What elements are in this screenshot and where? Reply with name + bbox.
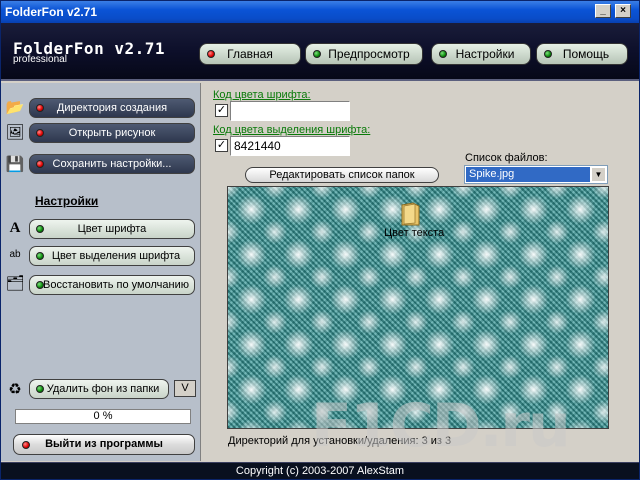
status-led-icon: [36, 104, 44, 112]
remove-background-label: Удалить фон из папки: [46, 383, 160, 395]
chevron-down-icon[interactable]: ▼: [591, 167, 606, 182]
main-window: FolderFon v2.71 _ × FolderFon v2.71 prof…: [0, 0, 640, 480]
restore-defaults-button[interactable]: Восстановить по умолчанию: [29, 275, 195, 295]
remove-background-button[interactable]: Удалить фон из папки: [29, 379, 169, 399]
tab-help[interactable]: Помощь: [536, 43, 628, 65]
status-led-icon: [36, 281, 44, 289]
status-led-icon: [439, 50, 447, 58]
highlight-color-code-input[interactable]: 8421440: [230, 136, 350, 156]
sidebar: 📂 Директория создания 🖼 Открыть рисунок …: [1, 83, 201, 461]
save-settings-button[interactable]: Сохранить настройки...: [29, 154, 195, 174]
creation-directory-label: Директория создания: [56, 102, 168, 114]
title-bar[interactable]: FolderFon v2.71 _ ×: [1, 1, 639, 23]
highlight-color-checkbox[interactable]: ✓: [215, 139, 228, 152]
font-color-code-link[interactable]: Код цвета шрифта:: [213, 89, 311, 101]
progress-bar: 0 %: [15, 409, 191, 424]
edit-folder-list-button[interactable]: Редактировать список папок: [245, 167, 439, 183]
status-led-icon: [36, 385, 44, 393]
open-image-button[interactable]: Открыть рисунок: [29, 123, 195, 143]
open-image-label: Открыть рисунок: [68, 127, 156, 139]
tab-preview[interactable]: Предпросмотр: [305, 43, 423, 65]
footer-copyright: Copyright (c) 2003-2007 AlexStam: [1, 462, 639, 479]
tab-settings-label: Настройки: [455, 47, 515, 61]
status-led-icon: [36, 129, 44, 137]
creation-directory-button[interactable]: Директория создания: [29, 98, 195, 118]
status-led-icon: [313, 50, 321, 58]
file-list-selected: Spike.jpg: [466, 167, 590, 182]
folder-arrow-icon: 📂: [5, 99, 25, 116]
window-title: FolderFon v2.71: [5, 5, 98, 19]
status-led-icon: [207, 50, 215, 58]
remove-background-shortcut[interactable]: V: [174, 380, 196, 397]
status-led-icon: [36, 252, 44, 260]
recycle-icon: ♻: [8, 381, 22, 398]
close-button[interactable]: ×: [615, 4, 631, 18]
status-led-icon: [22, 441, 30, 449]
tab-settings[interactable]: Настройки: [431, 43, 531, 65]
save-settings-icon: 💾: [5, 156, 25, 173]
minimize-button[interactable]: _: [595, 4, 611, 18]
file-list-select[interactable]: Spike.jpg ▼: [464, 165, 608, 184]
watermark-logo: F1CD.ru: [311, 391, 571, 461]
status-led-icon: [36, 160, 44, 168]
open-image-icon: 🖼: [5, 124, 25, 141]
font-color-checkbox[interactable]: ✓: [215, 104, 228, 117]
font-color-icon: A: [9, 220, 21, 236]
save-settings-label: Сохранить настройки...: [52, 158, 172, 170]
restore-defaults-label: Восстановить по умолчанию: [43, 279, 189, 291]
font-color-button[interactable]: Цвет шрифта: [29, 219, 195, 239]
exit-button[interactable]: Выйти из программы: [13, 434, 195, 455]
highlight-color-button[interactable]: Цвет выделения шрифта: [29, 246, 195, 266]
highlight-color-icon: ab: [9, 249, 21, 260]
font-color-code-input[interactable]: [230, 101, 350, 121]
font-color-label: Цвет шрифта: [77, 223, 147, 235]
folder-icon: [401, 202, 420, 226]
app-logo-edition: professional: [13, 54, 67, 65]
tab-main-label: Главная: [227, 47, 273, 61]
app-header: FolderFon v2.71 professional Главная Пре…: [1, 23, 639, 81]
tab-main[interactable]: Главная: [199, 43, 301, 65]
exit-label: Выйти из программы: [45, 438, 163, 450]
status-led-icon: [36, 225, 44, 233]
settings-section-title: Настройки: [35, 194, 99, 208]
tab-preview-label: Предпросмотр: [328, 47, 410, 61]
highlight-color-code-link[interactable]: Код цвета выделения шрифта:: [213, 124, 370, 136]
tab-help-label: Помощь: [562, 47, 610, 61]
preview-folder-label: Цвет текста: [384, 227, 445, 239]
status-led-icon: [544, 50, 552, 58]
restore-defaults-icon: 🗂: [5, 275, 25, 292]
file-list-label: Список файлов:: [465, 152, 548, 164]
highlight-color-label: Цвет выделения шрифта: [51, 250, 181, 262]
